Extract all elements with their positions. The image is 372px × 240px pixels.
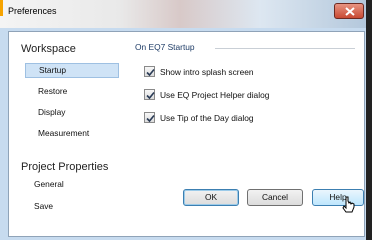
- title-accent: [0, 0, 3, 16]
- sidebar-item-startup[interactable]: Startup: [25, 63, 119, 78]
- preferences-sidebar: Workspace Startup Restore Display Measur…: [9, 32, 125, 236]
- group-divider: [215, 48, 355, 49]
- tip-of-day-label: Use Tip of the Day dialog: [160, 113, 254, 123]
- window-title: Preferences: [8, 6, 57, 16]
- close-button[interactable]: [334, 3, 364, 19]
- close-icon: [345, 7, 355, 16]
- dialog-body: Workspace Startup Restore Display Measur…: [8, 31, 365, 237]
- splash-label: Show intro splash screen: [160, 67, 254, 77]
- checkmark-icon: [146, 114, 155, 123]
- tip-of-day-checkbox[interactable]: [144, 112, 155, 123]
- section-workspace: Workspace: [21, 43, 76, 55]
- group-title: On EQ7 Startup: [135, 42, 195, 52]
- sidebar-item-measurement[interactable]: Measurement: [25, 126, 119, 141]
- help-button[interactable]: Help: [312, 189, 364, 206]
- window-edge: [366, 0, 372, 240]
- project-helper-checkbox[interactable]: [144, 89, 155, 100]
- checkmark-icon: [146, 91, 155, 100]
- sidebar-item-restore[interactable]: Restore: [25, 84, 119, 99]
- project-helper-label: Use EQ Project Helper dialog: [160, 90, 270, 100]
- preferences-window: Preferences Workspace Startup Restore Di…: [0, 0, 367, 240]
- sidebar-item-display[interactable]: Display: [25, 105, 119, 120]
- ok-button[interactable]: OK: [183, 189, 239, 206]
- mouse-pointer-icon: [342, 196, 355, 213]
- checkmark-icon: [146, 68, 155, 77]
- splash-checkbox[interactable]: [144, 66, 155, 77]
- cancel-button[interactable]: Cancel: [247, 189, 303, 206]
- sidebar-item-general[interactable]: General: [25, 177, 119, 192]
- title-bar[interactable]: Preferences: [0, 0, 366, 28]
- section-project-properties: Project Properties: [21, 161, 109, 173]
- sidebar-item-save[interactable]: Save: [25, 199, 119, 214]
